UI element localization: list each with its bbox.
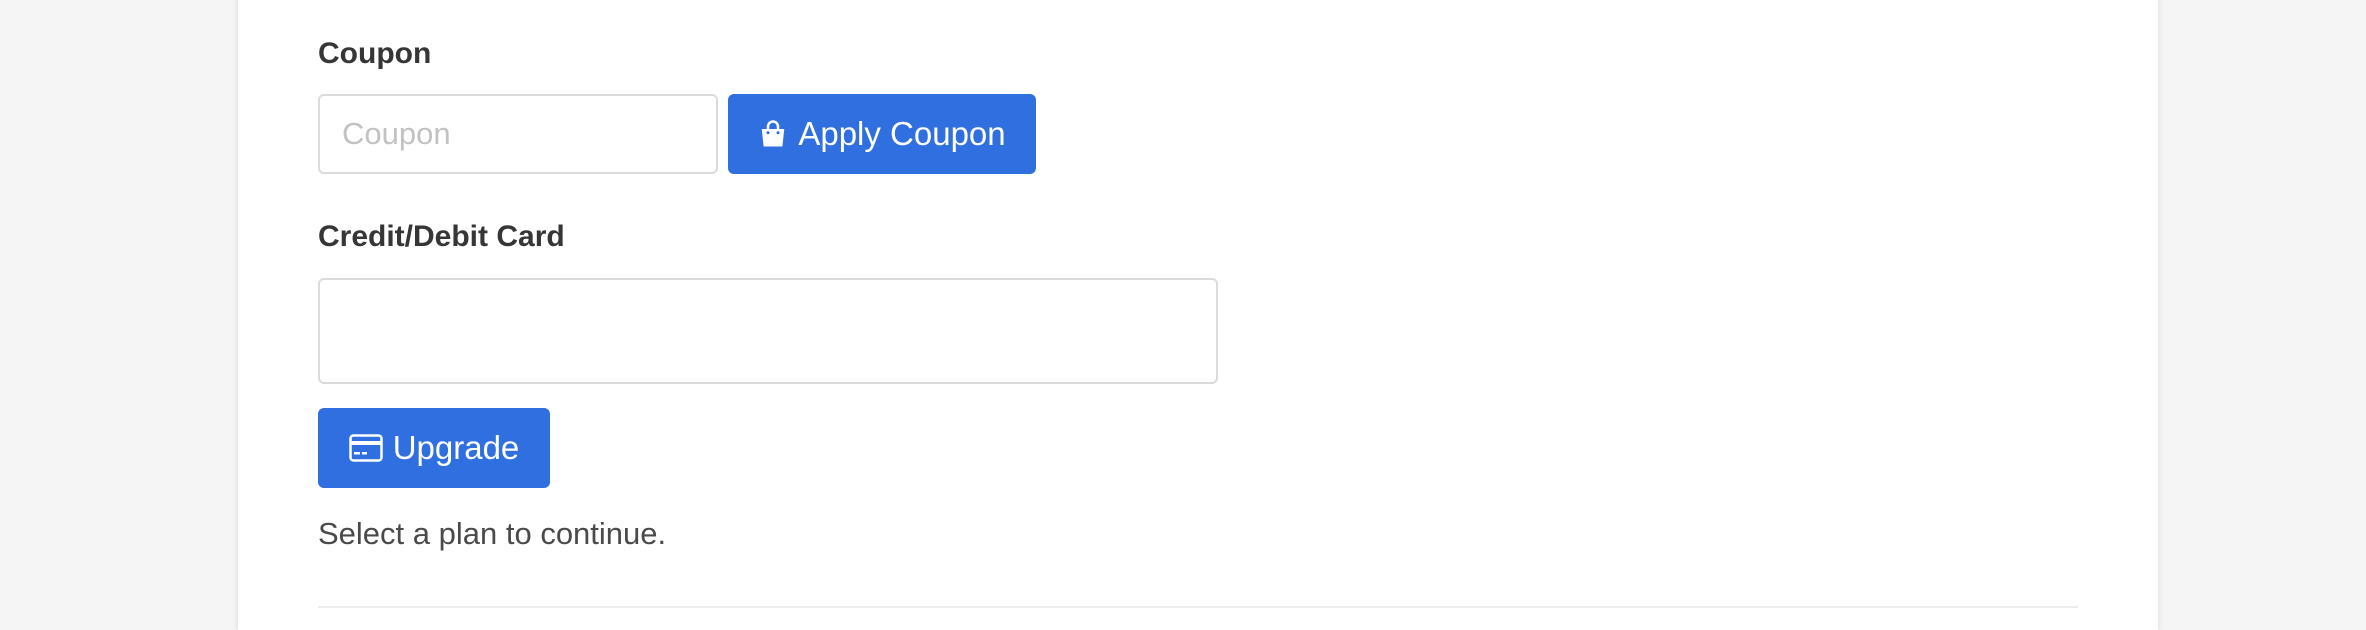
- apply-coupon-label: Apply Coupon: [798, 115, 1006, 152]
- card-label: Credit/Debit Card: [318, 220, 565, 253]
- select-plan-hint: Select a plan to continue.: [318, 516, 667, 551]
- apply-coupon-button[interactable]: Apply Coupon: [728, 94, 1036, 174]
- upgrade-label: Upgrade: [392, 429, 520, 466]
- credit-card-icon: [348, 434, 383, 462]
- coupon-label: Coupon: [318, 37, 432, 70]
- coupon-input[interactable]: [318, 94, 718, 174]
- upgrade-button[interactable]: Upgrade: [318, 408, 550, 488]
- card-field[interactable]: [318, 278, 1218, 384]
- divider: [318, 606, 2078, 608]
- shopping-bag-icon: [758, 119, 788, 149]
